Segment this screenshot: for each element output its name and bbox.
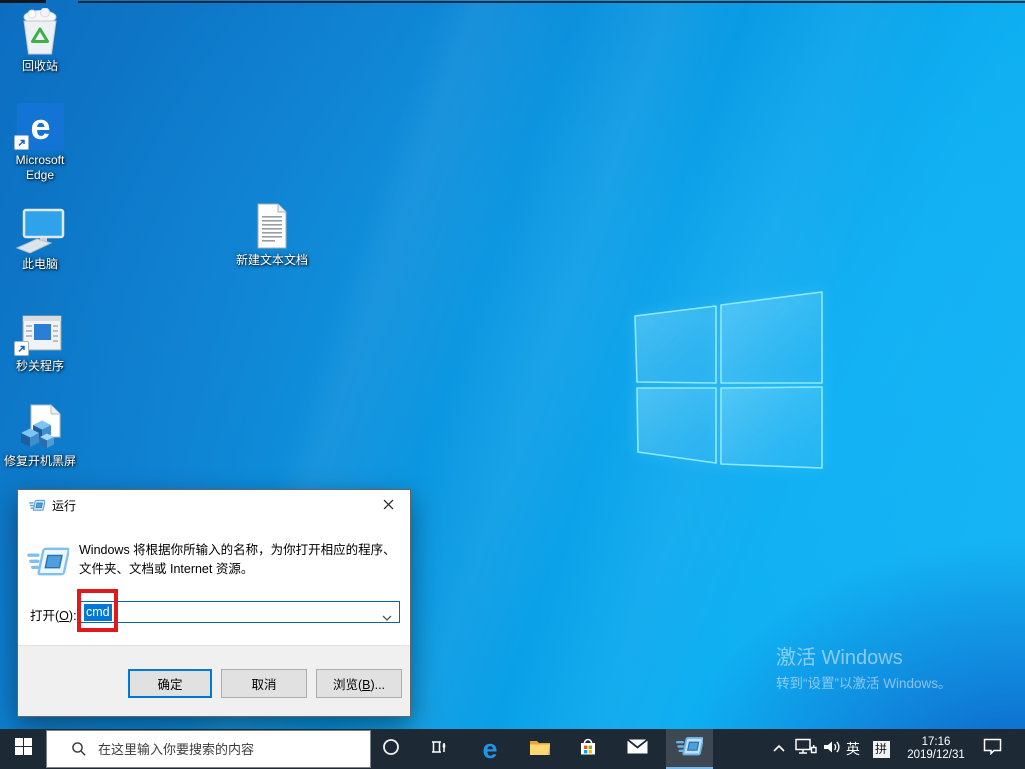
desktop: 回收站 e Microsoft Edge 此电脑 秒关程序 修复开机黑屏 新建文… (0, 0, 1025, 769)
ime-mode-indicator[interactable]: 拼 (869, 729, 893, 769)
file-explorer-button[interactable] (520, 729, 560, 769)
desktop-icon-fix-black-screen[interactable]: 修复开机黑屏 (2, 401, 78, 469)
annotation-highlight-box (77, 589, 118, 632)
search-input[interactable] (96, 740, 360, 758)
desktop-icon-label: 秒关程序 (15, 359, 64, 373)
run-dialog-titlebar[interactable]: 运行 (18, 490, 410, 521)
edge-taskbar-button[interactable]: e (470, 729, 510, 769)
cortana-icon (382, 738, 400, 761)
windows-logo-wallpaper (634, 291, 823, 469)
file-explorer-icon (529, 738, 551, 761)
language-label: 英 (846, 741, 860, 757)
edge-icon: e (2, 100, 78, 150)
taskbar-clock[interactable]: 17:16 2019/12/31 (898, 729, 974, 769)
desktop-icon-microsoft-edge[interactable]: e Microsoft Edge (2, 100, 78, 183)
store-icon (578, 737, 598, 762)
run-dialog-description: Windows 将根据你所输入的名称，为你打开相应的程序、文件夹、文档或 Int… (79, 543, 396, 576)
close-button[interactable] (366, 490, 410, 520)
svg-text:e: e (30, 106, 50, 147)
run-icon (676, 736, 704, 762)
desktop-icon-recycle-bin[interactable]: 回收站 (2, 6, 78, 74)
registry-file-icon (2, 401, 78, 451)
ime-language-indicator[interactable]: 英 (844, 729, 862, 769)
desktop-icon-label: 此电脑 (21, 257, 58, 271)
speaker-icon (822, 739, 842, 760)
volume-button[interactable] (820, 729, 844, 769)
recycle-bin-icon (2, 6, 78, 56)
run-dialog-title: 运行 (52, 499, 77, 513)
top-edge-artifact (78, 1, 1025, 3)
action-center-icon (983, 738, 1002, 760)
top-edge-artifact (0, 0, 46, 3)
tray-show-hidden-icons-button[interactable] (768, 729, 790, 769)
search-icon (72, 742, 86, 756)
program-window-icon (2, 306, 78, 356)
cancel-button[interactable]: 取消 (221, 669, 307, 698)
chevron-up-icon (772, 740, 786, 758)
run-icon-large (27, 546, 70, 581)
task-view-icon (429, 739, 449, 760)
ime-mode-icon: 拼 (872, 740, 890, 758)
microsoft-store-button[interactable] (568, 729, 608, 769)
desktop-icon-label: 回收站 (21, 59, 58, 73)
watermark-title: 激活 Windows (776, 647, 903, 669)
network-icon (795, 738, 817, 760)
run-command-combobox[interactable]: cmd (80, 601, 400, 623)
text-document-icon (234, 200, 310, 250)
desktop-icon-label: 新建文本文档 (235, 253, 308, 267)
mail-icon (626, 738, 648, 759)
browse-button[interactable]: 浏览(B)... (316, 669, 402, 698)
chevron-down-icon[interactable] (382, 610, 392, 624)
open-label: 打开(O): (30, 609, 77, 623)
this-pc-icon (2, 204, 78, 254)
taskbar: e (0, 729, 1025, 769)
desktop-icon-label: Microsoft Edge (15, 153, 65, 182)
task-view-button[interactable] (419, 729, 459, 769)
desktop-icon-this-pc[interactable]: 此电脑 (2, 204, 78, 272)
shortcut-arrow-icon (14, 341, 29, 356)
desktop-icon-label: 修复开机黑屏 (3, 454, 76, 468)
taskbar-search-box[interactable] (46, 730, 371, 768)
close-icon (383, 498, 394, 513)
edge-icon: e (482, 733, 498, 764)
cortana-button[interactable] (371, 729, 411, 769)
desktop-icon-new-text-document[interactable]: 新建文本文档 (234, 200, 310, 268)
mail-button[interactable] (617, 729, 657, 769)
windows-start-icon (14, 738, 32, 760)
clock-time: 17:16 (921, 736, 951, 748)
network-status-button[interactable] (793, 729, 819, 769)
shortcut-arrow-icon (14, 135, 29, 150)
start-button[interactable] (0, 729, 46, 769)
clock-date: 2019/12/31 (907, 749, 965, 761)
ok-button[interactable]: 确定 (128, 669, 212, 698)
run-icon (29, 499, 45, 512)
desktop-icon-program[interactable]: 秒关程序 (2, 306, 78, 374)
run-taskbar-button-active[interactable] (666, 729, 713, 769)
activation-watermark: 激活 Windows 转到“设置”以激活 Windows。 (776, 646, 952, 692)
watermark-subtitle: 转到“设置”以激活 Windows。 (776, 676, 952, 691)
action-center-button[interactable] (971, 729, 1013, 769)
